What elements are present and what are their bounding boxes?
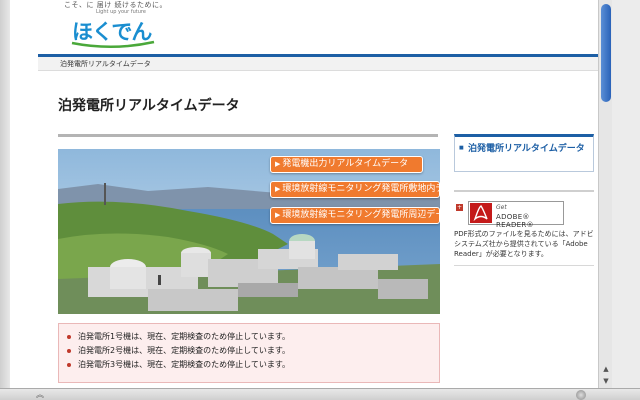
plant-image xyxy=(58,149,440,314)
resize-grip-icon[interactable] xyxy=(576,390,586,400)
adobe-reader-label: ADOBE® READER® xyxy=(496,213,534,229)
notice-list: 泊発電所1号機は、現在、定期検査のため停止しています。 泊発電所2号機は、現在、… xyxy=(67,330,290,372)
bullet-icon xyxy=(67,348,71,353)
logo-subtext: Light up your future xyxy=(96,9,146,15)
notice-item: 泊発電所2号機は、現在、定期検査のため停止しています。 xyxy=(67,344,290,358)
sidebar-marker-icon: ■ xyxy=(459,145,464,151)
sidebar-divider xyxy=(454,265,594,266)
hero-link-label: 発電機出力リアルタイムデータ xyxy=(282,159,409,169)
adobe-get-label: Get xyxy=(496,204,507,211)
link-arrow-icon: ▶ xyxy=(275,185,281,193)
hero-link-label: 環境放射線モニタリング発電所敷地内データ xyxy=(282,184,440,194)
logo-swoosh-icon xyxy=(71,40,155,48)
sidebar-link-realtime-data[interactable]: 泊発電所リアルタイムデータ xyxy=(468,143,590,155)
notice-text: 泊発電所1号機は、現在、定期検査のため停止しています。 xyxy=(78,332,291,341)
hero-link-onsite-radiation[interactable]: ▶環境放射線モニタリング発電所敷地内データ xyxy=(270,181,440,198)
link-arrow-icon: ▶ xyxy=(275,160,281,168)
title-underline xyxy=(58,134,438,137)
sidebar-divider xyxy=(454,190,594,192)
hokuden-logo[interactable]: Light up your future ほくでん xyxy=(62,6,162,50)
scroll-up-icon[interactable]: ▲ xyxy=(601,364,611,374)
adobe-logo-icon xyxy=(470,203,492,223)
hero-link-generator-output[interactable]: ▶ 発電機出力リアルタイムデータ xyxy=(270,156,423,173)
notice-text: 泊発電所2号機は、現在、定期検査のため停止しています。 xyxy=(78,346,291,355)
site-header: こそ、に 届け 続けるために。 Light up your future ほくで… xyxy=(10,0,598,55)
get-adobe-reader-button[interactable]: Get ADOBE® READER® xyxy=(468,201,564,229)
breadcrumb: 泊発電所リアルタイムデータ xyxy=(60,60,151,68)
window-right-edge xyxy=(612,0,640,400)
status-bar: ︽ xyxy=(0,388,640,400)
vertical-scrollbar[interactable]: ▲ ▼ xyxy=(598,0,612,388)
hero-link-label: 環境放射線モニタリング発電所周辺データ xyxy=(282,210,440,220)
hero-link-surrounding-radiation[interactable]: ▶ 環境放射線モニタリング発電所周辺データ xyxy=(270,207,440,224)
notice-item: 泊発電所3号機は、現在、定期検査のため停止しています。 xyxy=(67,358,290,372)
link-arrow-icon: ▶ xyxy=(275,211,281,219)
bullet-icon xyxy=(67,334,71,339)
window-left-edge xyxy=(0,0,10,388)
bullet-icon xyxy=(67,362,71,367)
notice-item: 泊発電所1号機は、現在、定期検査のため停止しています。 xyxy=(67,330,290,344)
power-plant-photo: ▶発電機出力リアルタイムデータ ▶環境放射線モニタリング発電所敷地内データ ▶環… xyxy=(58,149,440,314)
pdf-icon: + xyxy=(456,204,463,211)
chevron-up-icon[interactable]: ︽ xyxy=(36,389,44,400)
page-title: 泊発電所リアルタイムデータ xyxy=(58,98,240,114)
notice-text: 泊発電所3号機は、現在、定期検査のため停止しています。 xyxy=(78,360,291,369)
pdf-requirement-note: PDF形式のファイルを見るためには、アドビシステムズ社から提供されている「Ado… xyxy=(454,230,594,258)
status-notice: 泊発電所1号機は、現在、定期検査のため停止しています。 泊発電所2号機は、現在、… xyxy=(58,323,440,383)
scrollbar-thumb[interactable] xyxy=(601,4,611,102)
page-viewport: こそ、に 届け 続けるために。 Light up your future ほくで… xyxy=(10,0,598,388)
sidebar-nav-box: ■ 泊発電所リアルタイムデータ xyxy=(454,134,594,172)
breadcrumb-bar: 泊発電所リアルタイムデータ xyxy=(38,57,598,71)
scroll-down-icon[interactable]: ▼ xyxy=(601,376,611,386)
browser-window: こそ、に 届け 続けるために。 Light up your future ほくで… xyxy=(0,0,640,400)
